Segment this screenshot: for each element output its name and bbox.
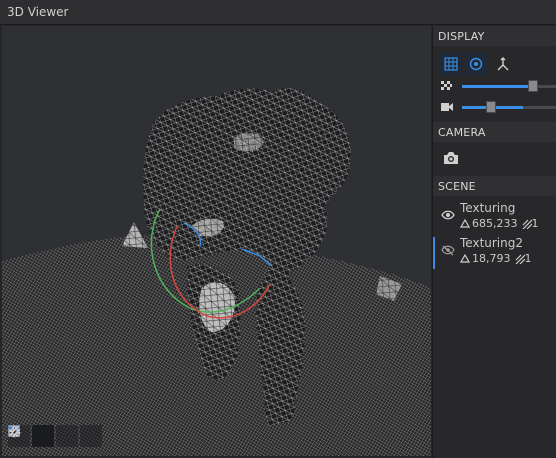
app-window: 3D Viewer DISPLAY CAMERA SCENE Texturing…: [0, 0, 556, 458]
texture-count-icon: [522, 219, 532, 229]
camera-slider-track[interactable]: [462, 101, 556, 113]
triangle-down-icon[interactable]: [8, 425, 54, 447]
scene-item-name: Texturing: [460, 201, 516, 215]
triangle-count-icon: [460, 254, 470, 263]
triangle-count-icon: [460, 219, 470, 228]
camera-slider-knob[interactable]: [486, 101, 496, 113]
scene-item-texturing[interactable]: Texturing 685,233 1: [433, 201, 556, 237]
texture-slider-knob[interactable]: [528, 80, 538, 92]
texture-slider-track[interactable]: [462, 80, 556, 92]
screenshot-camera-icon[interactable]: [443, 150, 459, 166]
title-bar: 3D Viewer: [0, 0, 556, 25]
eye-icon[interactable]: [441, 210, 455, 220]
side-panel: DISPLAY CAMERA SCENE Texturing 685,233 1…: [432, 26, 556, 458]
window-title: 3D Viewer: [7, 5, 69, 19]
hatch-icon[interactable]: [8, 425, 78, 447]
texture-count-icon: [515, 254, 525, 264]
mesh-render[interactable]: [2, 26, 431, 456]
3d-viewport[interactable]: [2, 26, 431, 456]
highlight-patch-4: [122, 222, 148, 248]
checker-icon: [441, 81, 452, 90]
grid-icon[interactable]: [440, 53, 462, 75]
axis-icon[interactable]: [492, 53, 514, 75]
statue-upper-mesh: [143, 88, 351, 276]
target-icon[interactable]: [465, 53, 487, 75]
display-header: DISPLAY: [433, 26, 556, 46]
scene-item-name: Texturing2: [460, 236, 523, 250]
scene-item-texturing2[interactable]: Texturing2 18,793 1: [433, 236, 556, 272]
settings-gear-icon[interactable]: [9, 425, 102, 447]
camera-header: CAMERA: [433, 122, 556, 142]
scene-header: SCENE: [433, 176, 556, 196]
scene-item-stats: 18,793 1: [460, 252, 532, 265]
scene-item-stats: 685,233 1: [460, 217, 539, 230]
camera-slider[interactable]: [433, 99, 556, 115]
texture-slider[interactable]: [433, 78, 556, 94]
camera-icon: [441, 103, 453, 111]
viewport-toolbar: [8, 425, 102, 449]
eye-hidden-icon[interactable]: [441, 245, 455, 256]
